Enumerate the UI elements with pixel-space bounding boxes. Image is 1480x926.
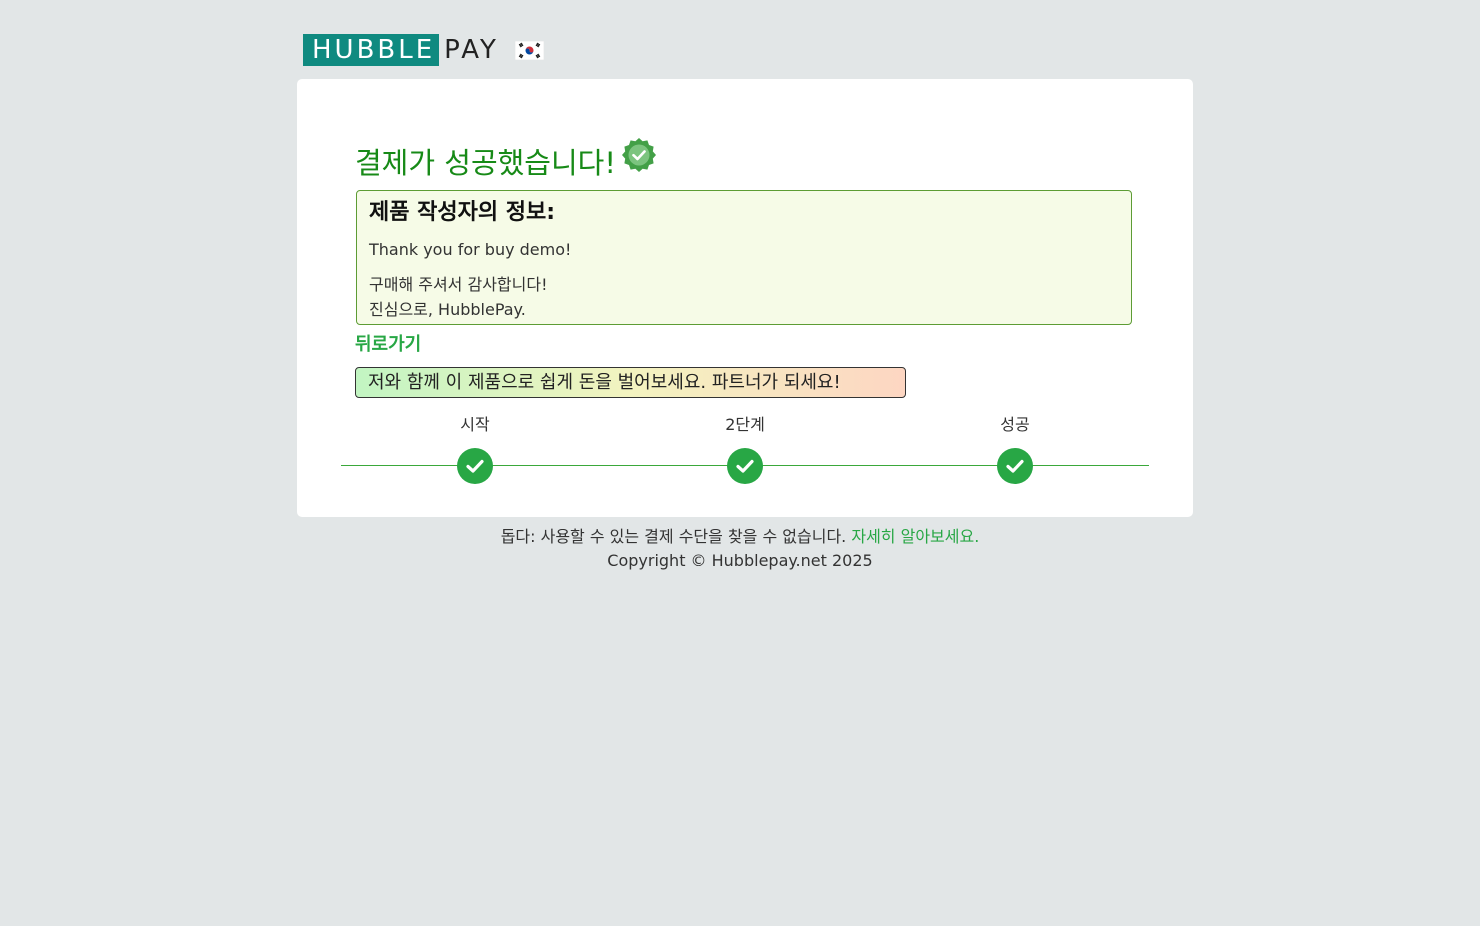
progress-steps: 시작 2단계 성공 [341, 409, 1149, 489]
verified-badge-icon [621, 138, 656, 172]
learn-more-link[interactable]: 자세히 알아보세요. [851, 527, 979, 546]
page-title: 결제가 성공했습니다! [355, 146, 616, 180]
step-success: 성공 [955, 409, 1075, 484]
footer-help-text: 돕다: 사용할 수 있는 결제 수단을 찾을 수 없습니다. [500, 527, 847, 546]
step-label: 2단계 [725, 415, 765, 434]
info-message-en: Thank you for buy demo! [369, 240, 572, 259]
author-info-box: 제품 작성자의 정보: Thank you for buy demo! 구매해 … [356, 190, 1132, 325]
partner-promo-banner[interactable]: 저와 함께 이 제품으로 쉽게 돈을 벌어보세요. 파트너가 되세요! [355, 367, 906, 398]
step-two: 2단계 [685, 409, 805, 484]
info-signature: 진심으로, HubblePay. [369, 300, 526, 319]
copyright-text: Copyright © Hubblepay.net 2025 [607, 551, 873, 570]
footer-help: 돕다: 사용할 수 있는 결제 수단을 찾을 수 없습니다. 자세히 알아보세요… [0, 524, 1480, 550]
step-label: 성공 [1000, 415, 1030, 434]
info-heading: 제품 작성자의 정보: [369, 200, 556, 225]
step-start: 시작 [415, 409, 535, 484]
check-circle-icon [457, 448, 493, 484]
korea-flag-icon[interactable] [514, 40, 544, 60]
check-circle-icon [727, 448, 763, 484]
check-circle-icon [997, 448, 1033, 484]
step-label: 시작 [460, 415, 490, 434]
back-link[interactable]: 뒤로가기 [355, 331, 421, 359]
title-row: 결제가 성공했습니다! [355, 135, 658, 191]
payment-result-card: 결제가 성공했습니다! 제품 작성자의 정보: Thank you for bu… [297, 79, 1193, 517]
logo-left-text: HUBBLE [303, 34, 440, 66]
logo-right-text: PAY [444, 35, 499, 65]
hubblepay-logo[interactable]: HUBBLE PAY [303, 34, 499, 66]
footer: 돕다: 사용할 수 있는 결제 수단을 찾을 수 없습니다. 자세히 알아보세요… [0, 524, 1480, 572]
info-message-ko: 구매해 주셔서 감사합니다! [369, 275, 548, 294]
header: HUBBLE PAY [303, 34, 544, 66]
